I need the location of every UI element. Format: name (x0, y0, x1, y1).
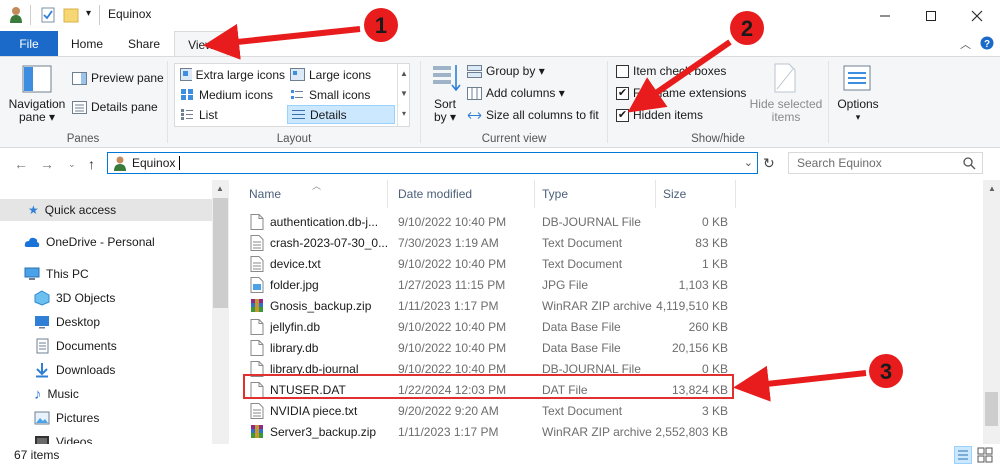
annotation-arrow-2 (627, 39, 732, 113)
annotation-arrow-3 (733, 365, 867, 402)
annotation-number-1: 1 (375, 13, 387, 38)
annotation-layer: 1 2 3 (203, 8, 903, 402)
annotation-arrow-1 (203, 23, 361, 60)
annotation-number-3: 3 (880, 359, 892, 384)
annotation-number-2: 2 (741, 16, 753, 41)
